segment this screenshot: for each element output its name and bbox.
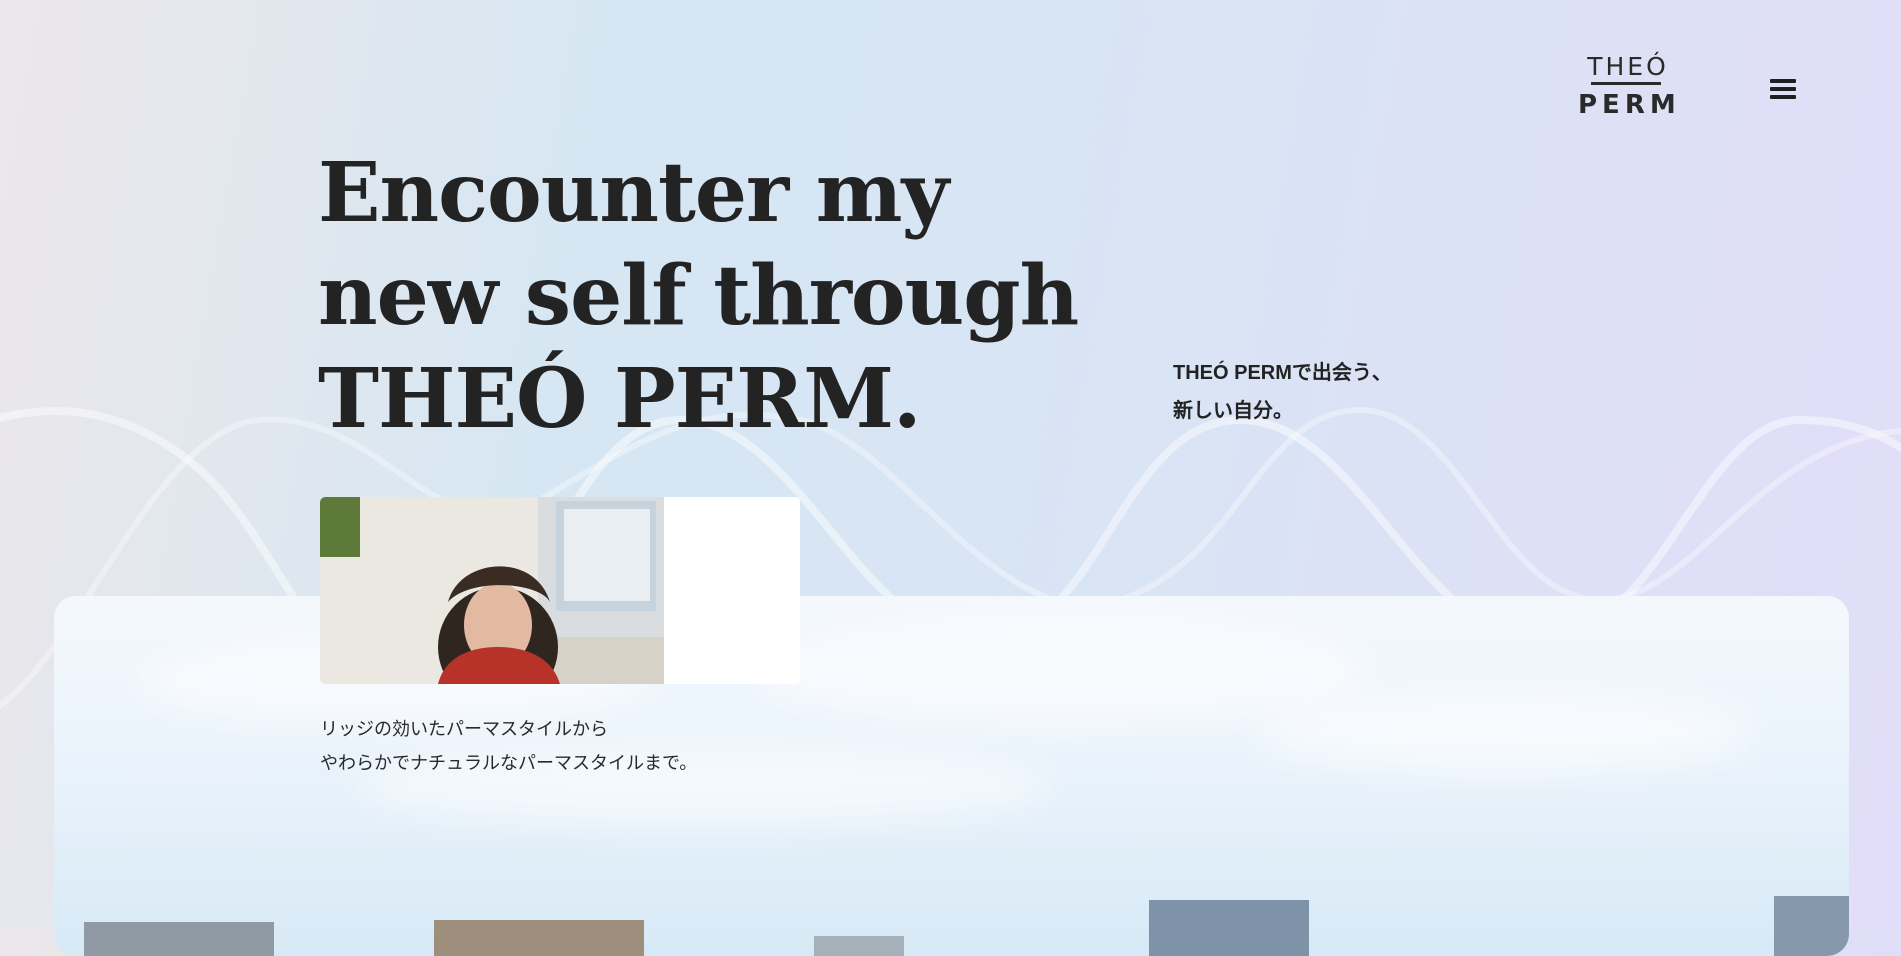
subcopy-line-1: THEÓ PERMで出会う、	[1173, 362, 1392, 384]
headline-line-1: Encounter my	[318, 145, 949, 241]
logo-bottom-text: PERM	[1578, 90, 1681, 120]
subcopy-line-2: 新しい自分。	[1173, 400, 1293, 422]
brand-logo[interactable]: THEÓ PERM	[1578, 52, 1681, 124]
description-line-1: リッジの効いたパーマスタイルから	[320, 719, 608, 739]
headline-line-2: new self through	[318, 248, 1079, 344]
city-skyline	[84, 896, 1849, 956]
headline-line-3: THEÓ PERM.	[318, 351, 922, 447]
logo-top-text: THEÓ	[1587, 52, 1669, 81]
description-line-2: やわらかでナチュラルなパーマスタイルまで。	[320, 753, 698, 773]
hero-headline: Encounter my new self through THEÓ PERM.	[318, 142, 1079, 451]
model-photo-frame	[320, 497, 800, 684]
model-photo	[320, 497, 664, 684]
hero-subcopy: THEÓ PERMで出会う、 新しい自分。	[1173, 354, 1392, 430]
hero-description: リッジの効いたパーマスタイルから やわらかでナチュラルなパーマスタイルまで。	[320, 712, 697, 780]
logo-divider	[1591, 82, 1661, 85]
hamburger-menu-icon[interactable]	[1768, 76, 1798, 102]
